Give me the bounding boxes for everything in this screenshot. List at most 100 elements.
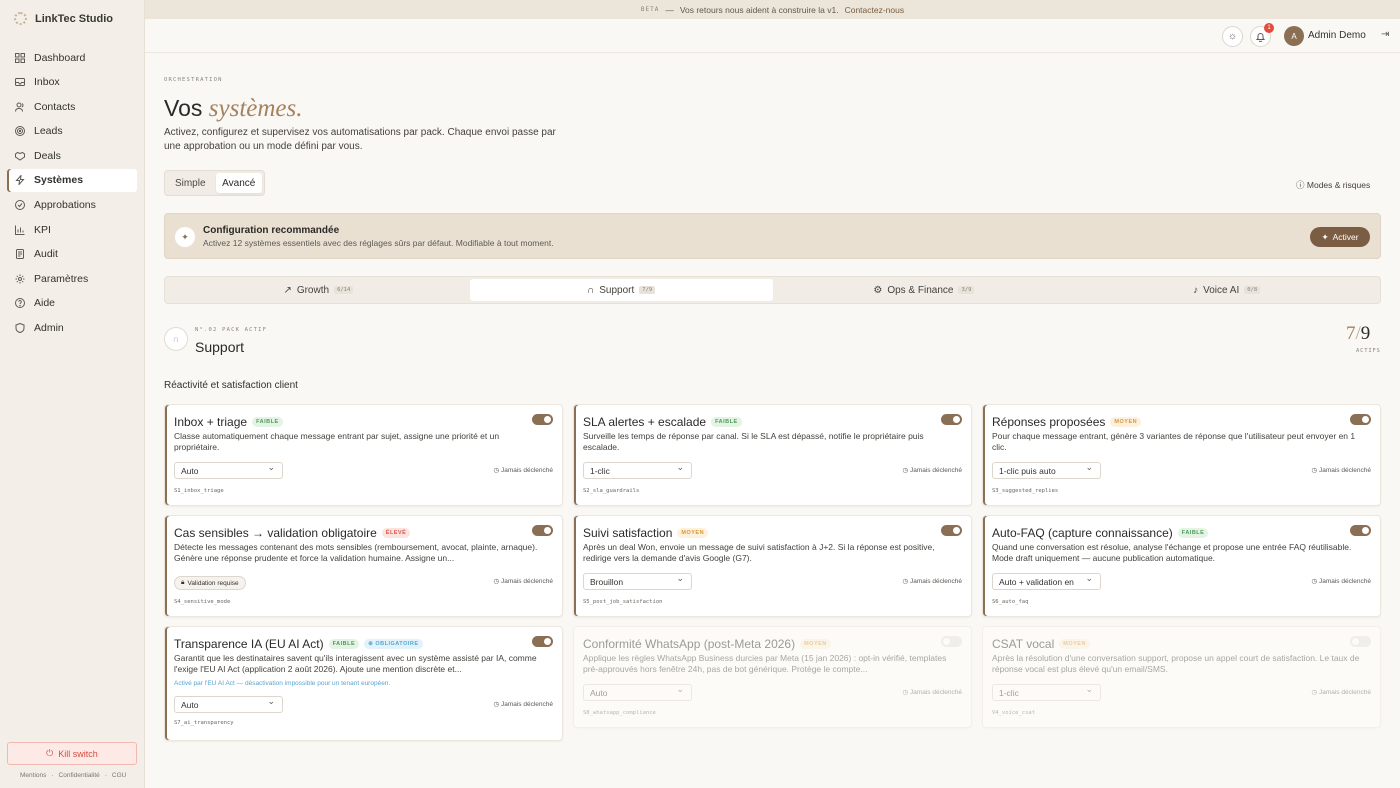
system-card[interactable]: Conformité WhatsApp (post-Meta 2026) MOYE… [573, 626, 972, 728]
system-slug: V4_voice_csat [992, 710, 1036, 716]
mic-icon: ♪ [1193, 284, 1199, 296]
kill-switch-button[interactable]: ⏻ Kill switch [7, 742, 137, 765]
sidebar-item-audit[interactable]: Audit [7, 243, 137, 266]
mode-select[interactable]: Auto [174, 462, 283, 479]
shield-icon [15, 323, 25, 334]
system-toggle[interactable] [1350, 414, 1371, 425]
sidebar-item-approbations[interactable]: Approbations [7, 194, 137, 217]
system-card[interactable]: Cas sensibles → validation obligatoire ÉL… [164, 515, 563, 617]
clock-icon: ◷ [1311, 689, 1318, 696]
mentions-link[interactable]: Mentions [20, 772, 46, 779]
system-card[interactable]: Transparence IA (EU AI Act) FAIBLE ⊕ OBLIG… [164, 626, 563, 741]
system-card[interactable]: Inbox + triage FAIBLE Classe automatiqueme… [164, 404, 563, 506]
mode-select[interactable]: 1-clic [583, 462, 692, 479]
mode-select[interactable]: Auto + validation en [992, 573, 1101, 590]
sidebar-item-systemes[interactable]: Systèmes [7, 168, 137, 192]
card-title: CSAT vocal MOYEN [992, 637, 1090, 651]
tab-count: 7/9 [639, 286, 656, 294]
system-toggle[interactable] [941, 414, 962, 425]
avatar[interactable]: A [1284, 26, 1304, 46]
sidebar-item-label: Deals [34, 149, 61, 162]
sidebar-item-parametres[interactable]: Paramètres [7, 267, 137, 290]
last-triggered-status: ◷ Jamais déclenché [1311, 689, 1371, 696]
system-toggle[interactable] [532, 414, 553, 425]
tab-ops-finance[interactable]: ⚙ Ops & Finance 3/9 [773, 279, 1076, 301]
system-toggle[interactable] [941, 525, 962, 536]
card-description: Après un deal Won, envoie un message de … [583, 542, 935, 563]
pack-eyebrow: N°.02 PACK ACTIF [195, 327, 268, 333]
theme-toggle-button[interactable]: ☼ [1222, 26, 1243, 47]
system-slug: S3_suggested_replies [992, 488, 1059, 494]
lock-icon: 🔒︎ [181, 579, 185, 586]
sidebar-item-dashboard[interactable]: Dashboard [7, 46, 137, 69]
modes-risques-link[interactable]: ⓘ Modes & risques [1296, 179, 1370, 191]
activate-button[interactable]: ✦ Activer [1310, 227, 1370, 247]
logout-icon[interactable]: ⇥ [1381, 29, 1389, 40]
system-toggle[interactable] [1350, 525, 1371, 536]
sidebar-item-label: Contacts [34, 100, 76, 113]
mode-select[interactable]: 1-clic puis auto [992, 462, 1101, 479]
risk-badge: MOYEN [1059, 639, 1090, 649]
last-triggered-status: ◷ Jamais déclenché [493, 578, 553, 585]
recommended-config-banner: ✦ Configuration recommandée Activez 12 s… [164, 213, 1381, 259]
system-slug: S5_post_job_satisfaction [583, 599, 663, 605]
system-card[interactable]: Auto-FAQ (capture connaissance) FAIBLE Qua… [982, 515, 1381, 617]
bell-icon [1256, 32, 1265, 42]
card-description: Après la résolution d'une conversation s… [992, 653, 1360, 674]
sidebar-item-label: Dashboard [34, 51, 86, 64]
clock-icon: ◷ [902, 689, 909, 696]
gear-icon [15, 274, 25, 284]
sidebar-item-aide[interactable]: Aide [7, 292, 137, 315]
tab-voice-ai[interactable]: ♪ Voice AI 0/8 [1075, 279, 1378, 301]
clock-icon: ◷ [1311, 578, 1318, 585]
sidebar-item-inbox[interactable]: Inbox [7, 71, 137, 94]
users-icon [15, 102, 24, 112]
last-triggered-status: ◷ Jamais déclenché [493, 701, 553, 708]
pack-tabs: ↗ Growth 6/14 ∩ Support 7/9 ⚙ Ops & Finance 3/… [164, 276, 1381, 304]
mode-select[interactable]: 1-clic [992, 684, 1101, 701]
system-toggle[interactable] [532, 525, 553, 536]
notifications-button[interactable]: 1 [1250, 23, 1274, 47]
system-card[interactable]: Réponses proposées MOYEN Pour chaque messa… [982, 404, 1381, 506]
tab-support[interactable]: ∩ Support 7/9 [469, 279, 773, 301]
mandatory-badge: ⊕ OBLIGATOIRE [364, 639, 423, 649]
grid-icon [15, 52, 25, 63]
mode-select[interactable]: Brouillon [583, 573, 692, 590]
mode-select[interactable]: Auto [583, 684, 692, 701]
mode-simple-button[interactable]: Simple [167, 173, 214, 193]
risk-badge: FAIBLE [711, 417, 742, 427]
sidebar-nav: Dashboard Inbox Contacts Leads Deals Sys… [7, 46, 137, 341]
sidebar-item-deals[interactable]: Deals [7, 144, 137, 167]
recommended-subtitle: Activez 12 systèmes essentiels avec des … [203, 238, 554, 248]
app-logo[interactable]: LinkTec Studio [14, 12, 113, 25]
sun-icon: ☼ [1227, 31, 1238, 42]
username[interactable]: Admin Demo [1308, 30, 1366, 41]
card-description: Détecte les messages contenant des mots … [174, 542, 538, 563]
tab-growth[interactable]: ↗ Growth 6/14 [167, 279, 470, 301]
power-icon: ⏻ [46, 748, 54, 758]
confidentialite-link[interactable]: Confidentialité [59, 772, 100, 779]
sidebar-item-label: Admin [34, 322, 64, 335]
last-triggered-status: ◷ Jamais déclenché [493, 467, 553, 474]
mode-select[interactable]: Auto [174, 696, 283, 713]
trending-up-icon: ↗ [283, 284, 292, 296]
sidebar-item-admin[interactable]: Admin [7, 317, 137, 340]
sparkle-icon: ✦ [1321, 231, 1329, 242]
system-slug: S1_inbox_triage [174, 488, 224, 494]
mode-advanced-button[interactable]: Avancé [215, 173, 262, 193]
sidebar-item-leads[interactable]: Leads [7, 120, 137, 143]
sidebar-item-label: Systèmes [34, 174, 84, 187]
system-toggle[interactable] [532, 636, 553, 647]
system-card[interactable]: SLA alertes + escalade FAIBLE Surveille le… [573, 404, 972, 506]
cgu-link[interactable]: CGU [112, 772, 126, 779]
sidebar-item-kpi[interactable]: KPI [7, 218, 137, 241]
system-card[interactable]: Suivi satisfaction MOYEN Après un deal Won… [573, 515, 972, 617]
card-description: Applique les règles WhatsApp Business du… [583, 653, 947, 674]
system-card[interactable]: CSAT vocal MOYEN Après la résolution d'une… [982, 626, 1381, 728]
system-toggle[interactable] [941, 636, 962, 647]
contact-link[interactable]: Contactez-nous [845, 5, 905, 15]
last-triggered-status: ◷ Jamais déclenché [1311, 467, 1371, 474]
sidebar-item-contacts[interactable]: Contacts [7, 95, 137, 118]
system-toggle[interactable] [1350, 636, 1371, 647]
card-description: Garantit que les destinataires savent qu… [174, 653, 537, 674]
